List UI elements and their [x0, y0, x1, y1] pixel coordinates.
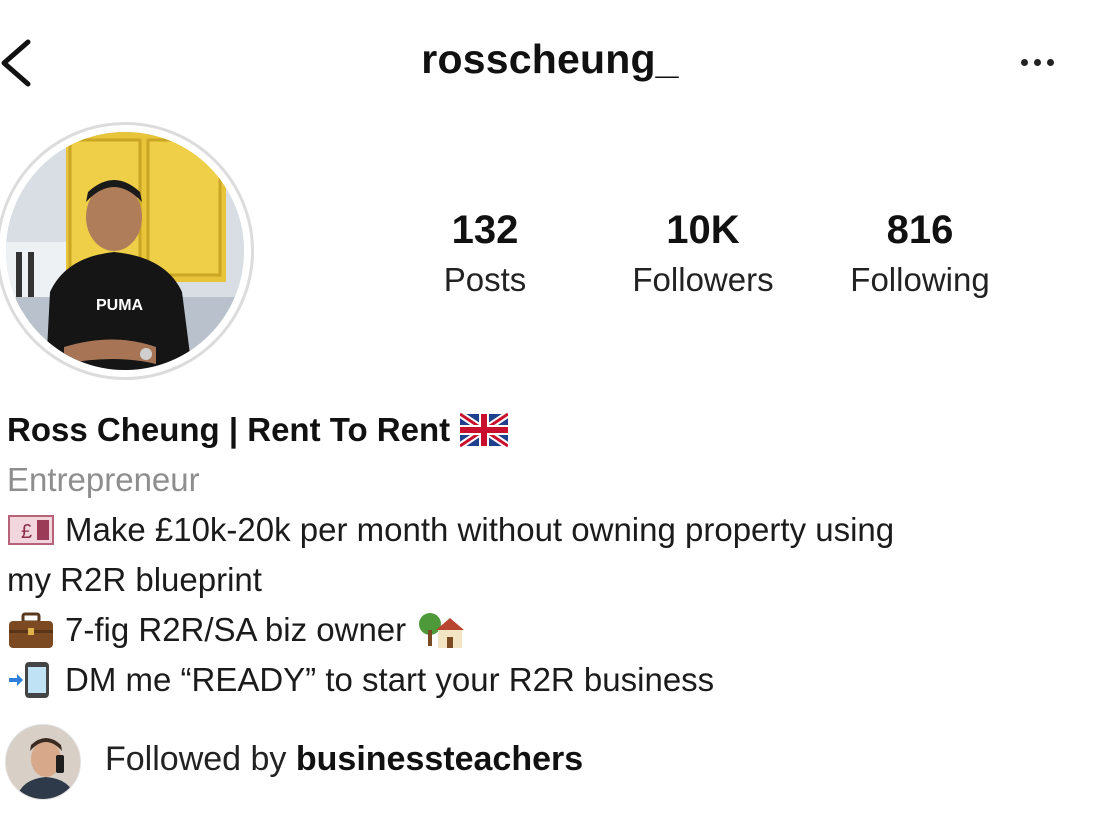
followers-count: 10K — [666, 208, 740, 252]
follower-avatar[interactable] — [5, 724, 81, 800]
more-horizontal-icon — [1020, 58, 1028, 66]
profile-bio: Ross Cheung | Rent To Rent Entrepreneur … — [7, 405, 1097, 705]
bio-text-1: Make £10k-20k per month without owning p… — [65, 511, 895, 548]
followed-by-row[interactable]: Followed by businessteachers — [0, 722, 1100, 802]
profile-category: Entrepreneur — [7, 461, 200, 498]
followed-by-text[interactable]: Followed by businessteachers — [105, 740, 583, 779]
bio-line-2: my R2R blueprint — [7, 555, 1097, 605]
following-label: Following — [850, 261, 990, 298]
followed-by-prefix: Followed by — [105, 740, 287, 778]
bio-line-4: DM me “READY” to start your R2R business — [7, 655, 1097, 705]
follower-photo — [6, 725, 80, 799]
followers-label: Followers — [632, 261, 774, 298]
followed-by-username[interactable]: businessteachers — [296, 740, 583, 778]
profile-header: rosscheung_ — [0, 0, 1100, 125]
following-count: 816 — [886, 208, 954, 252]
posts-count: 132 — [451, 208, 519, 252]
more-dot — [1046, 58, 1054, 66]
house-with-tree-icon — [419, 613, 465, 648]
uk-flag-icon — [460, 411, 509, 449]
bio-text-2: my R2R blueprint — [7, 561, 262, 598]
posts-label: Posts — [443, 261, 527, 298]
pound-money-icon: £ — [8, 515, 54, 545]
display-name: Ross Cheung | Rent To Rent — [7, 411, 451, 448]
bio-name-line: Ross Cheung | Rent To Rent — [7, 405, 1097, 455]
svg-text:£: £ — [21, 521, 32, 543]
briefcase-icon — [9, 612, 53, 648]
mobile-arrow-icon — [9, 662, 49, 698]
bio-line-3: 7-fig R2R/SA biz owner — [7, 605, 1097, 655]
more-options-button[interactable] — [1012, 52, 1062, 72]
stat-posts[interactable]: 132 Posts — [385, 200, 585, 300]
profile-stats: 132 Posts 10K Followers 816 Following — [0, 200, 1100, 310]
stat-followers[interactable]: 10K Followers — [603, 200, 803, 300]
stat-following[interactable]: 816 Following — [820, 200, 1020, 300]
profile-username: rosscheung_ — [421, 36, 679, 82]
bio-line-1: £ Make £10k-20k per month without owning… — [7, 505, 1097, 555]
bio-text-4: DM me “READY” to start your R2R business — [65, 661, 715, 698]
more-dot — [1033, 58, 1041, 66]
bio-text-3: 7-fig R2R/SA biz owner — [65, 611, 407, 648]
